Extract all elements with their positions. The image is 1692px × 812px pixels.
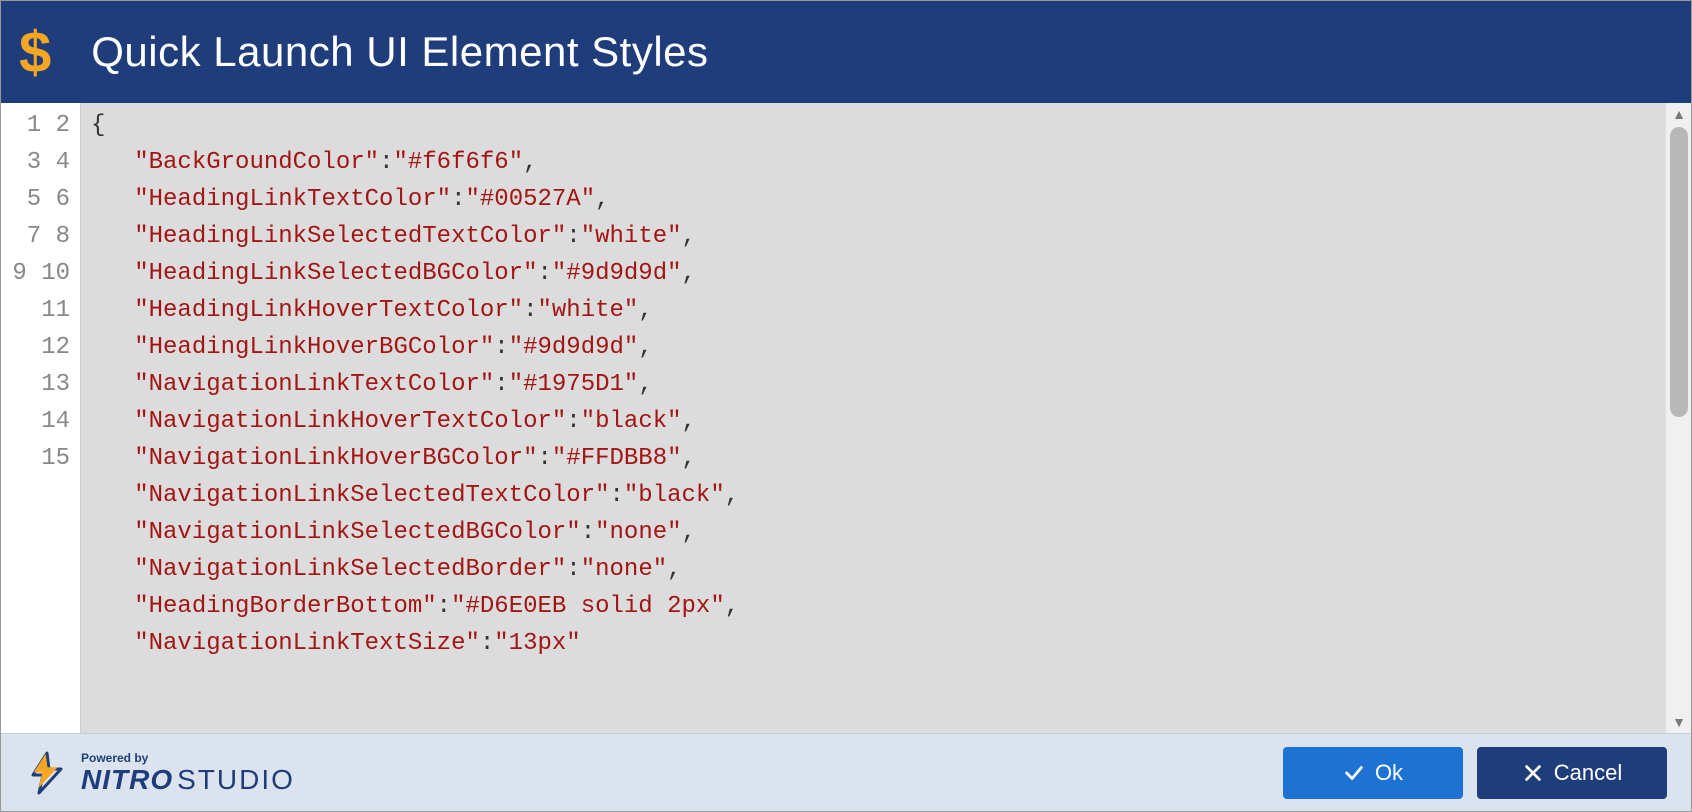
- code-editor[interactable]: 1 2 3 4 5 6 7 8 9 10 11 12 13 14 15 { "B…: [1, 103, 1691, 733]
- scrollbar-thumb[interactable]: [1670, 127, 1688, 417]
- dialog-footer: Powered by NITROSTUDIO Ok Cancel: [1, 733, 1691, 811]
- check-icon: [1343, 762, 1365, 784]
- dialog-header: $ Quick Launch UI Element Styles: [1, 1, 1691, 103]
- cancel-button[interactable]: Cancel: [1477, 747, 1667, 799]
- close-icon: [1522, 762, 1544, 784]
- dialog-title: Quick Launch UI Element Styles: [91, 28, 708, 76]
- code-content[interactable]: { "BackGroundColor":"#f6f6f6", "HeadingL…: [81, 103, 1665, 733]
- ok-button[interactable]: Ok: [1283, 747, 1463, 799]
- scroll-up-arrow-icon[interactable]: ▲: [1666, 103, 1691, 125]
- scroll-down-arrow-icon[interactable]: ▼: [1666, 711, 1691, 733]
- cancel-button-label: Cancel: [1554, 760, 1622, 786]
- powered-by-label: Powered by: [81, 752, 295, 764]
- brand-name-light: STUDIO: [177, 764, 295, 795]
- nitro-logo-icon: [25, 751, 69, 795]
- brand-name-bold: NITRO: [81, 764, 173, 795]
- line-number-gutter: 1 2 3 4 5 6 7 8 9 10 11 12 13 14 15: [1, 103, 81, 733]
- brand-text: Powered by NITROSTUDIO: [81, 752, 295, 794]
- dollar-icon: $: [19, 19, 51, 86]
- ok-button-label: Ok: [1375, 760, 1403, 786]
- brand-badge: Powered by NITROSTUDIO: [25, 751, 295, 795]
- vertical-scrollbar[interactable]: ▲ ▼: [1665, 103, 1691, 733]
